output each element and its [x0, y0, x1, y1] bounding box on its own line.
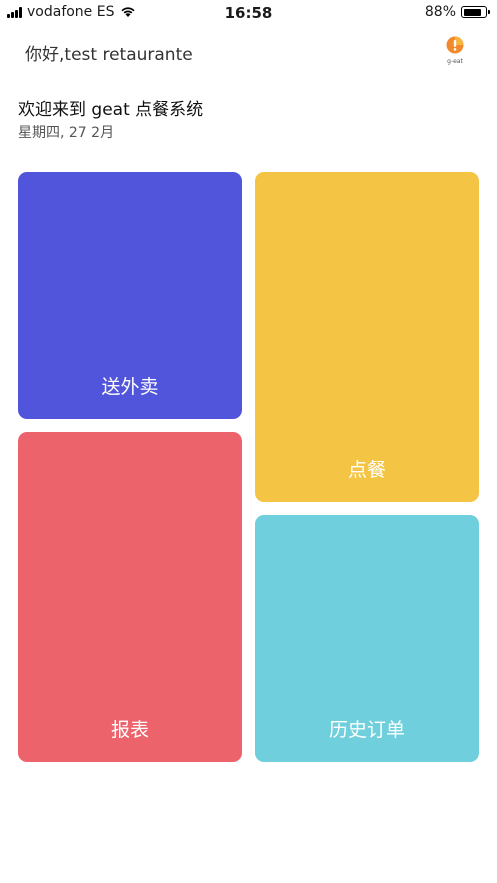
welcome-title: 欢迎来到 geat 点餐系统: [18, 100, 204, 120]
reports-tile-label: 报表: [110, 719, 149, 741]
status-bar: vodafone ES 16:58 88%: [0, 0, 497, 26]
order-history-tile[interactable]: 历史订单: [255, 515, 479, 762]
battery-fill: [463, 8, 482, 16]
status-right: 88%: [424, 4, 490, 20]
logo-text: g-eat: [447, 58, 463, 65]
order-tile-label: 点餐: [347, 459, 386, 481]
date-text: 星期四, 27 2月: [18, 125, 115, 141]
order-history-tile-label: 历史订单: [328, 719, 405, 741]
delivery-tile-label: 送外卖: [101, 376, 159, 398]
status-time: 16:58: [224, 4, 273, 22]
geat-logo: g-eat: [441, 36, 469, 66]
greeting-text: 你好,test retaurante: [25, 45, 193, 65]
order-tile[interactable]: 点餐: [255, 172, 479, 502]
geat-logo-icon: [446, 36, 464, 54]
delivery-tile[interactable]: 送外卖: [18, 172, 242, 419]
reports-tile[interactable]: 报表: [18, 432, 242, 762]
battery-icon: [461, 6, 490, 18]
battery-percent: 88%: [424, 4, 456, 20]
